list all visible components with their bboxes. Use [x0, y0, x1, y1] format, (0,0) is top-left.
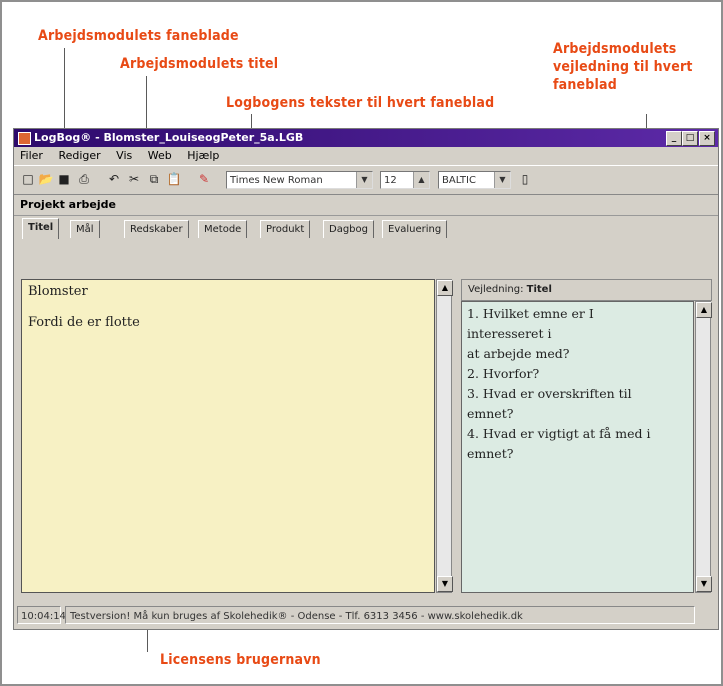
- annotation-license: Licensens brugernavn: [160, 652, 321, 668]
- paste-icon[interactable]: 📋: [166, 171, 182, 187]
- guidance-header-prefix: Vejledning:: [468, 284, 524, 295]
- guidance-header: Vejledning: Titel: [461, 279, 712, 301]
- chevron-down-icon[interactable]: ▼: [356, 172, 372, 188]
- editor-line-2: Fordi de er flotte: [28, 315, 140, 330]
- font-size-select[interactable]: 12 ▲: [380, 171, 430, 189]
- menu-help[interactable]: Hjælp: [187, 149, 219, 162]
- format-icon[interactable]: ✎: [196, 171, 212, 187]
- status-time: 10:04:14: [17, 606, 66, 624]
- tab-titel[interactable]: Titel: [22, 218, 60, 239]
- maximize-button[interactable]: □: [682, 131, 698, 146]
- tab-evaluering[interactable]: Evaluering: [382, 220, 448, 238]
- scroll-up-icon[interactable]: ▲: [696, 302, 712, 318]
- annotation-guidance: Arbejdsmodulets vejledning til hvert fan…: [553, 41, 693, 93]
- tab-dagbog[interactable]: Dagbog: [323, 220, 374, 238]
- cut-icon[interactable]: ✂: [126, 171, 142, 187]
- menu-edit[interactable]: Rediger: [58, 149, 100, 162]
- app-icon: [18, 132, 31, 145]
- menu-bar: Filer Rediger Vis Web Hjælp: [14, 147, 718, 165]
- charset-select[interactable]: BALTIC ▼: [438, 171, 511, 189]
- font-select[interactable]: Times New Roman ▼: [226, 171, 373, 189]
- guidance-text: 1. Hvilket emne er I interesseret i at a…: [461, 301, 694, 593]
- annotation-title: Arbejdsmodulets titel: [120, 56, 279, 72]
- guidance-header-title: Titel: [526, 284, 552, 295]
- title-bar[interactable]: LogBog® - Blomster_LouiseogPeter_5a.LGB …: [14, 129, 718, 147]
- menu-web[interactable]: Web: [148, 149, 172, 162]
- font-size-value: 12: [384, 175, 397, 186]
- chevron-down-icon[interactable]: ▼: [494, 172, 510, 188]
- menu-file[interactable]: Filer: [20, 149, 43, 162]
- charset-value: BALTIC: [442, 175, 476, 186]
- window-title: LogBog® - Blomster_LouiseogPeter_5a.LGB: [34, 131, 304, 144]
- undo-icon[interactable]: ↶: [106, 171, 122, 187]
- scroll-down-icon[interactable]: ▼: [696, 576, 712, 592]
- menu-view[interactable]: Vis: [116, 149, 132, 162]
- copy-icon[interactable]: ⧉: [146, 171, 162, 187]
- tab-redskaber[interactable]: Redskaber: [124, 220, 189, 238]
- minimize-button[interactable]: _: [666, 131, 682, 146]
- font-value: Times New Roman: [230, 175, 323, 186]
- scroll-up-icon[interactable]: ▲: [437, 280, 453, 296]
- print-icon[interactable]: ⎙: [76, 171, 92, 187]
- save-icon[interactable]: ■: [56, 171, 72, 187]
- scroll-down-icon[interactable]: ▼: [437, 576, 453, 592]
- new-icon[interactable]: □: [20, 171, 36, 187]
- status-bar: 10:04:14 Testversion! Må kun bruges af S…: [14, 605, 718, 627]
- toolbar: □ 📂 ■ ⎙ ↶ ✂ ⧉ 📋 ✎ Times New Roman ▼ 12 ▲ B…: [14, 165, 718, 195]
- tab-maal[interactable]: Mål: [70, 220, 100, 238]
- annotation-tabs: Arbejdsmodulets faneblade: [38, 28, 239, 44]
- tab-metode[interactable]: Metode: [198, 220, 248, 238]
- tab-produkt[interactable]: Produkt: [260, 220, 311, 238]
- guidance-scrollbar[interactable]: ▲ ▼: [695, 301, 712, 593]
- spinner-icon[interactable]: ▲: [413, 172, 429, 188]
- logbook-pane: Blomster Fordi de er flotte ▲ ▼: [21, 279, 453, 595]
- project-title: Projekt arbejde: [14, 194, 718, 216]
- editor-line-1: Blomster: [28, 284, 88, 299]
- guidance-pane: Vejledning: Titel 1. Hvilket emne er I i…: [461, 279, 712, 595]
- annotation-logbook: Logbogens tekster til hvert faneblad: [226, 95, 495, 111]
- close-button[interactable]: ×: [699, 131, 715, 146]
- logbook-editor[interactable]: Blomster Fordi de er flotte: [21, 279, 435, 593]
- app-window: LogBog® - Blomster_LouiseogPeter_5a.LGB …: [13, 128, 719, 630]
- open-icon[interactable]: 📂: [38, 171, 54, 187]
- extra-icon[interactable]: ▯: [517, 171, 533, 187]
- editor-scrollbar[interactable]: ▲ ▼: [436, 279, 453, 593]
- status-license-text: Testversion! Må kun bruges af Skolehedik…: [65, 606, 695, 624]
